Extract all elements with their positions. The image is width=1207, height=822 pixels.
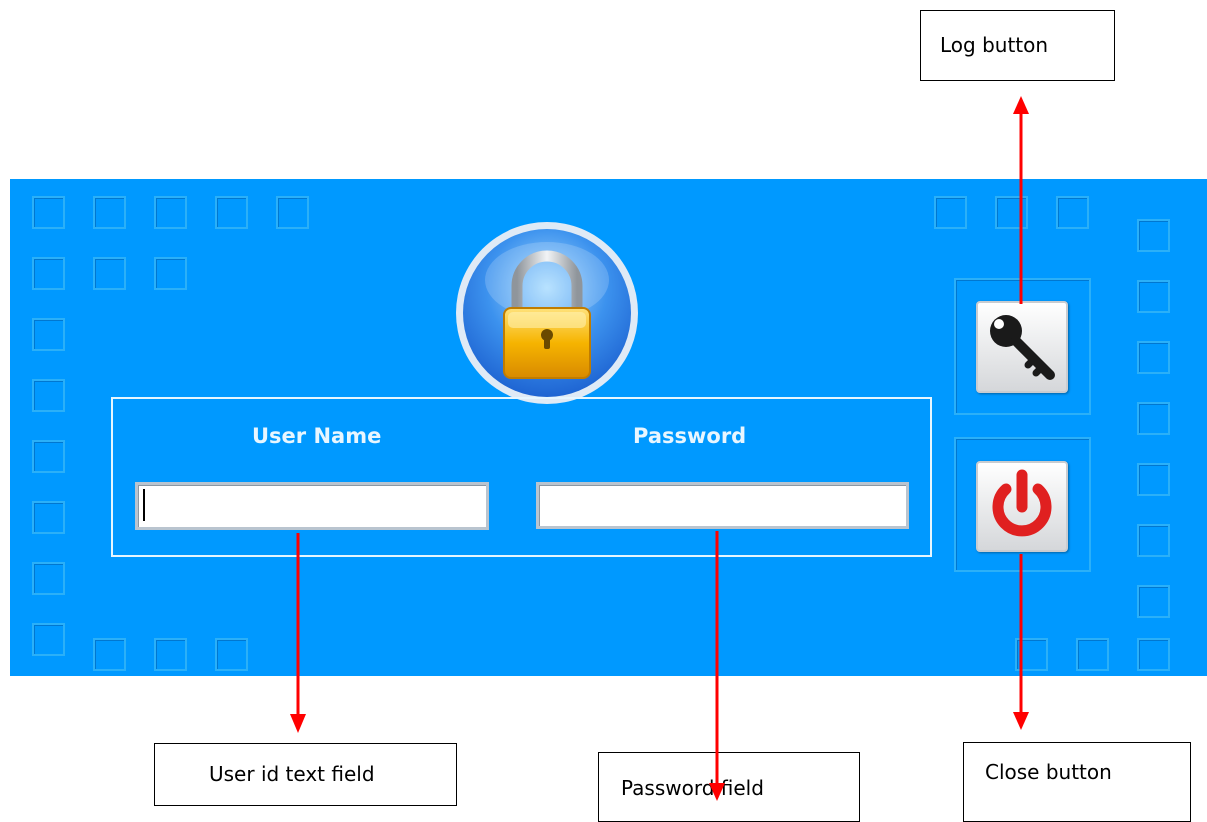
close-button-arrowhead [1013,712,1029,730]
user-field-arrowhead [290,714,306,733]
log-button-arrowhead [1013,96,1029,114]
annotation-arrows [290,96,1029,801]
password-field-arrowhead [709,783,725,801]
